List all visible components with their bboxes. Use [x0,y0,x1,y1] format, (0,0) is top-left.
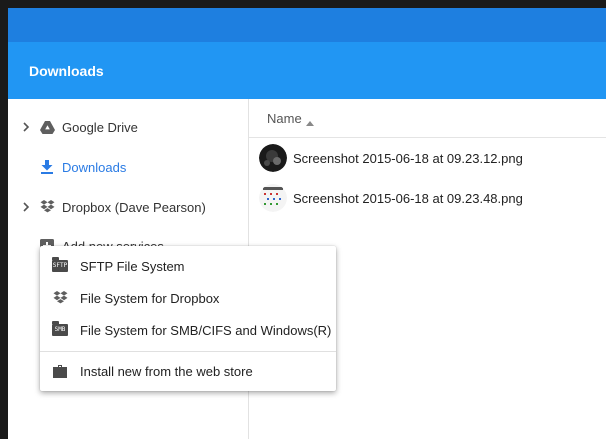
file-thumbnail [259,184,287,212]
menu-divider [40,351,336,352]
menu-item-sftp[interactable]: SFTP SFTP File System [40,250,336,282]
sort-ascending-icon [306,114,314,129]
chevron-right-icon[interactable] [22,121,30,133]
chevron-right-icon[interactable] [22,201,30,213]
file-name: Screenshot 2015-06-18 at 09.23.48.png [293,190,523,206]
menu-item-smb[interactable]: SMB File System for SMB/CIFS and Windows… [40,314,336,346]
menu-item-dropbox[interactable]: File System for Dropbox [40,282,336,314]
sidebar-item-label: Downloads [62,159,127,175]
menu-item-label: File System for Dropbox [80,290,220,306]
menu-item-label: Install new from the web store [80,363,253,379]
sidebar-item-label: Google Drive [62,119,138,135]
sidebar-item-downloads[interactable]: Downloads [8,147,248,187]
file-name: Screenshot 2015-06-18 at 09.23.12.png [293,150,523,166]
menu-item-install-web-store[interactable]: Install new from the web store [40,355,336,387]
smb-icon: SMB [52,321,68,338]
file-row[interactable]: Screenshot 2015-06-18 at 09.23.48.png [249,178,606,218]
sidebar-item-google-drive[interactable]: Google Drive [8,107,248,147]
dropbox-icon [39,199,55,215]
file-row[interactable]: Screenshot 2015-06-18 at 09.23.12.png [249,138,606,178]
window-titlebar[interactable] [8,8,606,42]
file-thumbnail [259,144,287,172]
page-title: Downloads [29,62,104,79]
add-services-menu: SFTP SFTP File System File System for Dr… [40,246,336,391]
download-icon [39,159,55,175]
briefcase-icon [52,363,68,379]
dropbox-icon [52,290,68,306]
menu-item-label: SFTP File System [80,258,185,274]
name-column-header[interactable]: Name [249,99,606,138]
sftp-icon: SFTP [52,257,68,274]
sidebar-item-dropbox[interactable]: Dropbox (Dave Pearson) [8,187,248,227]
sidebar-item-label: Dropbox (Dave Pearson) [62,199,206,215]
app-header: Downloads [8,42,606,99]
column-header-label: Name [267,110,302,126]
menu-item-label: File System for SMB/CIFS and Windows(R) [80,322,332,338]
google-drive-icon [39,119,55,135]
